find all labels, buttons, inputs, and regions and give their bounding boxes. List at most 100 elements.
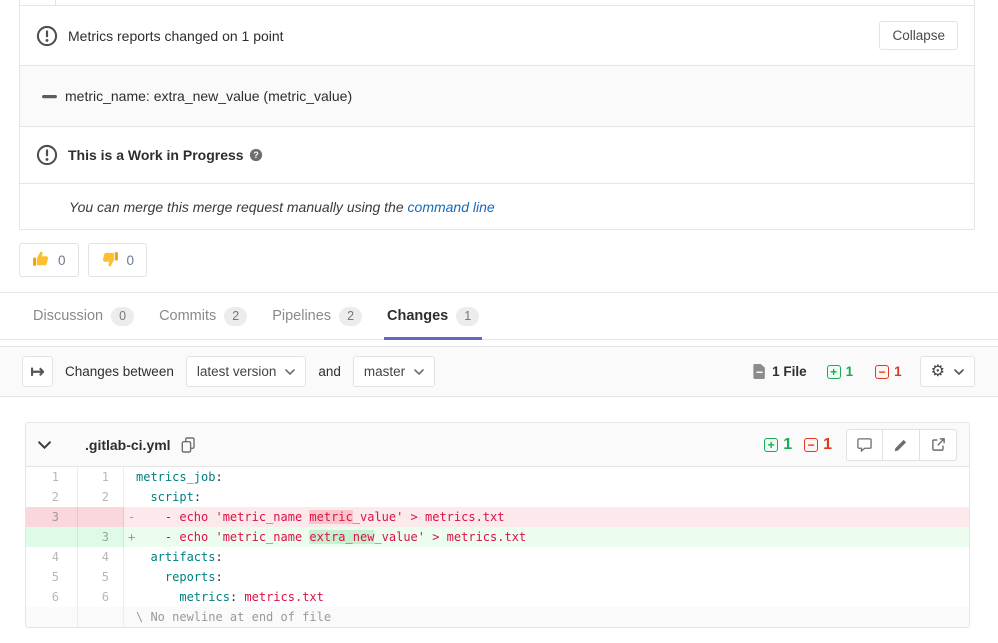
tab-label: Pipelines (272, 308, 331, 324)
changes-between-label: Changes between (65, 364, 174, 379)
help-question-icon[interactable]: ? (249, 148, 263, 162)
old-line-number[interactable]: 4 (26, 547, 78, 567)
diff-line: 66 metrics: metrics.txt (26, 587, 969, 607)
old-line-number[interactable]: 1 (26, 467, 78, 487)
tab-label: Discussion (33, 308, 103, 324)
file-additions-stat: + 1 (764, 436, 792, 454)
new-line-number[interactable]: 4 (78, 547, 124, 567)
code-segment: metrics.txt (244, 590, 323, 604)
thumbs-up-icon (32, 250, 50, 271)
line-content: script: (124, 487, 969, 507)
metric-change-row: metric_name: extra_new_value (metric_val… (20, 65, 974, 126)
tab-count-badge: 1 (456, 307, 479, 326)
new-line-number[interactable]: 1 (78, 467, 124, 487)
diff-file-header: .gitlab-ci.yml + 1 − 1 (26, 423, 969, 467)
file-deletions-count: 1 (823, 436, 832, 454)
old-line-number[interactable]: 2 (26, 487, 78, 507)
file-count-label: 1 File (772, 364, 807, 379)
tab-label: Commits (159, 308, 216, 324)
dash-icon (41, 88, 58, 105)
toggle-comments-button[interactable] (846, 429, 883, 461)
diff-marker: + (128, 527, 135, 547)
thumbs-up-button[interactable]: 0 (19, 243, 79, 277)
code-segment (136, 490, 150, 504)
tab-count-badge: 0 (111, 307, 134, 326)
target-branch-dropdown[interactable]: master (353, 356, 435, 387)
code-segment: metrics (179, 590, 230, 604)
copy-file-path-icon[interactable] (181, 437, 195, 453)
diff-file-card: .gitlab-ci.yml + 1 − 1 (25, 422, 970, 628)
new-line-number[interactable] (78, 607, 124, 627)
code-segment: : (215, 470, 222, 484)
diff-table: 11metrics_job:22 script:3- - echo 'metri… (26, 467, 969, 627)
plus-square-icon: + (827, 365, 841, 379)
metrics-report-section: Metrics reports changed on 1 point Colla… (20, 6, 974, 65)
view-file-button[interactable] (920, 429, 957, 461)
code-segment (136, 550, 150, 564)
diff-line: 55 reports: (26, 567, 969, 587)
diff-settings-dropdown[interactable]: ⚙ (920, 356, 975, 387)
diff-line: 3- - echo 'metric_name metric_value' > m… (26, 507, 969, 527)
file-name[interactable]: .gitlab-ci.yml (85, 437, 171, 453)
code-segment (136, 590, 179, 604)
new-line-number[interactable]: 2 (78, 487, 124, 507)
tab-changes[interactable]: Changes 1 (384, 293, 482, 339)
tab-count-badge: 2 (339, 307, 362, 326)
metrics-report-summary: Metrics reports changed on 1 point (68, 28, 284, 44)
old-line-number[interactable]: 3 (26, 507, 78, 527)
old-line-number[interactable]: 6 (26, 587, 78, 607)
plus-square-icon: + (764, 438, 778, 452)
file-tree-toggle-button[interactable]: ↦ (22, 356, 53, 387)
gear-icon: ⚙ (931, 364, 945, 380)
thumbs-down-icon (101, 250, 119, 271)
source-version-dropdown[interactable]: latest version (186, 356, 307, 387)
tab-discussion[interactable]: Discussion 0 (30, 293, 137, 339)
code-segment: metric (309, 510, 352, 524)
divider (55, 0, 56, 5)
command-line-link[interactable]: command line (408, 199, 495, 215)
additions-count: 1 (846, 364, 854, 379)
code-segment: _value' > metrics.txt (374, 530, 526, 544)
mr-widget-cutoff-section (20, 0, 974, 6)
diff-file-actions: + 1 − 1 (764, 429, 957, 461)
edit-file-button[interactable] (883, 429, 920, 461)
collapse-file-chevron-icon[interactable] (38, 441, 51, 449)
collapse-button[interactable]: Collapse (879, 21, 958, 50)
new-line-number[interactable]: 3 (78, 527, 124, 547)
new-line-number[interactable]: 5 (78, 567, 124, 587)
target-branch-value: master (364, 364, 405, 379)
code-segment: artifacts (150, 550, 215, 564)
tab-commits[interactable]: Commits 2 (156, 293, 250, 339)
source-version-value: latest version (197, 364, 277, 379)
external-link-icon (931, 437, 946, 452)
old-line-number[interactable] (26, 527, 78, 547)
line-content: + - echo 'metric_name extra_new_value' >… (124, 527, 969, 547)
code-segment: reports (165, 570, 216, 584)
svg-text:?: ? (253, 150, 258, 160)
new-line-number[interactable] (78, 507, 124, 527)
thumbs-up-count: 0 (58, 253, 66, 268)
chevron-down-icon (954, 369, 964, 375)
diff-stats: 1 File + 1 − 1 ⚙ (753, 356, 975, 387)
code-segment: script (150, 490, 193, 504)
diff-line: 22 script: (26, 487, 969, 507)
diff-line: 3+ - echo 'metric_name extra_new_value' … (26, 527, 969, 547)
diff-version-bar: ↦ Changes between latest version and mas… (0, 346, 998, 397)
warning-circle-icon (36, 25, 58, 47)
diff-line: \ No newline at end of file (26, 607, 969, 627)
tab-pipelines[interactable]: Pipelines 2 (269, 293, 365, 339)
chevron-down-icon (414, 369, 424, 375)
diff-line: 11metrics_job: (26, 467, 969, 487)
old-line-number[interactable] (26, 607, 78, 627)
thumbs-down-count: 0 (127, 253, 135, 268)
thumbs-down-button[interactable]: 0 (88, 243, 148, 277)
merge-manually-section: You can merge this merge request manuall… (20, 183, 974, 229)
merge-manually-prefix: You can merge this merge request manuall… (69, 199, 408, 215)
new-line-number[interactable]: 6 (78, 587, 124, 607)
mr-widget: Metrics reports changed on 1 point Colla… (19, 0, 975, 230)
code-segment: \ No newline at end of file (136, 610, 331, 624)
old-line-number[interactable]: 5 (26, 567, 78, 587)
line-content: reports: (124, 567, 969, 587)
code-segment: - echo 'metric_name (136, 530, 309, 544)
diff-line: 44 artifacts: (26, 547, 969, 567)
